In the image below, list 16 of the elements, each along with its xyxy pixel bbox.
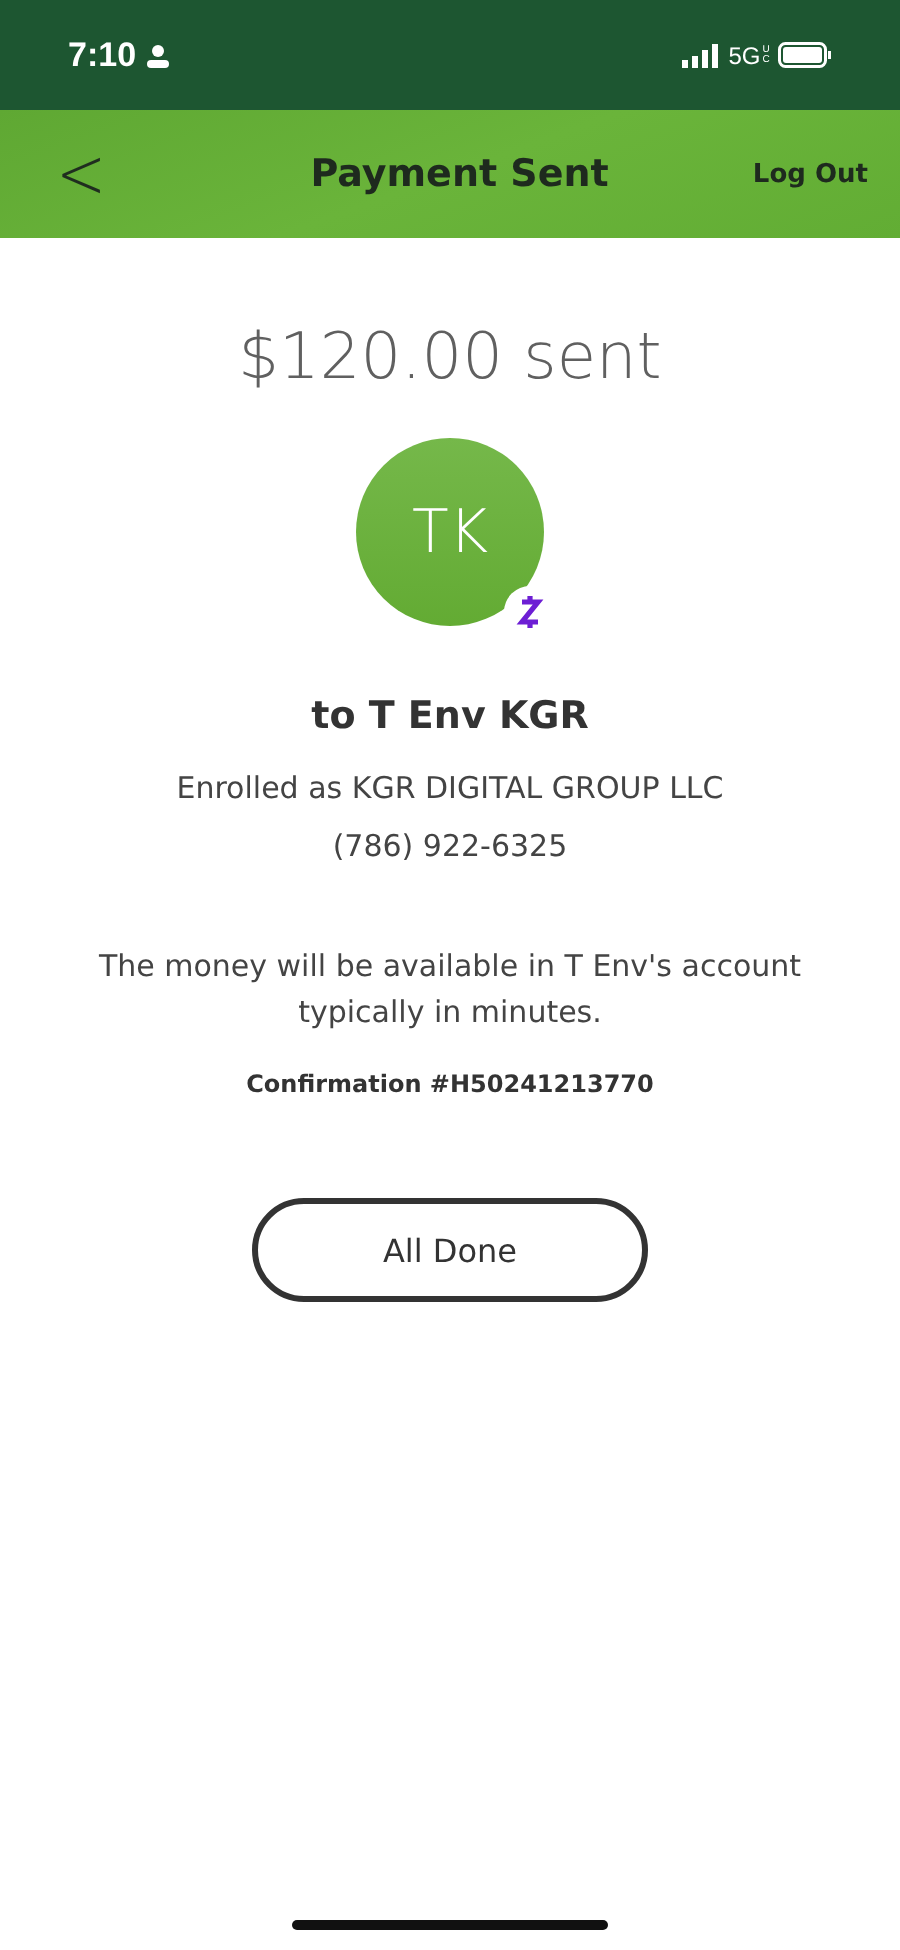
person-icon bbox=[146, 43, 171, 67]
all-done-button[interactable]: All Done bbox=[252, 1198, 648, 1302]
battery-icon bbox=[778, 42, 832, 68]
phone-number: (786) 922-6325 bbox=[332, 828, 568, 864]
page-title: Payment Sent bbox=[310, 152, 609, 196]
amount-sent: $120.00 sent bbox=[238, 318, 662, 394]
avatar-initials: TK bbox=[412, 497, 488, 567]
recipient-name: to T Env KGR bbox=[311, 694, 589, 738]
signal-icon bbox=[682, 43, 719, 67]
back-button[interactable]: < bbox=[44, 132, 119, 216]
status-time: 7:10 bbox=[68, 35, 137, 75]
confirmation-number: Confirmation #H50241213770 bbox=[246, 1070, 654, 1098]
log-out-button[interactable]: Log Out bbox=[740, 157, 880, 191]
enrolled-name: Enrolled as KGR DIGITAL GROUP LLC bbox=[176, 770, 724, 806]
network-label: 5G bbox=[728, 41, 761, 69]
availability-message: The money will be available in T Env's account typically in minutes. bbox=[96, 946, 804, 1034]
